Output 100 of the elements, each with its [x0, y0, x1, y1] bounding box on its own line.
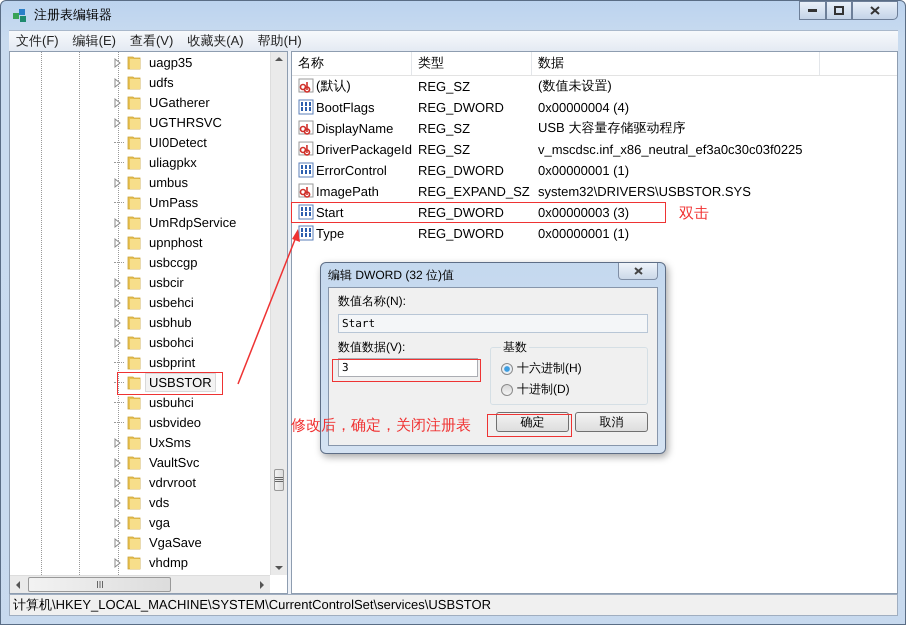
expand-arrow-icon[interactable] — [114, 478, 121, 488]
maximize-button[interactable] — [826, 1, 852, 20]
column-header[interactable]: 类型 — [412, 52, 532, 75]
expand-arrow-icon[interactable] — [114, 98, 121, 108]
value-type-cell-text: REG_DWORD — [417, 204, 505, 220]
tree-item[interactable]: UI0Detect — [145, 133, 211, 152]
tree-item[interactable]: usbvideo — [145, 413, 206, 432]
menu-item[interactable]: 帮助(H) — [250, 32, 309, 50]
tree-item[interactable]: uliagpkx — [145, 153, 201, 172]
value-data-cell-text: 0x00000001 (1) — [537, 226, 630, 241]
tree-item[interactable]: usbccgp — [145, 253, 202, 272]
folder-icon — [127, 535, 141, 550]
tree-item[interactable]: UGatherer — [145, 93, 214, 112]
value-name-cell[interactable]: Type — [292, 225, 412, 242]
value-name-cell[interactable]: BootFlags — [292, 99, 412, 116]
value-type-cell-text: REG_SZ — [417, 120, 472, 136]
radio-button[interactable] — [501, 384, 513, 396]
radio-button[interactable] — [501, 362, 513, 374]
tree-item[interactable]: VaultSvc — [145, 453, 204, 472]
tree-item[interactable]: usbohci — [145, 333, 198, 352]
tree-item[interactable]: VgaSave — [145, 533, 206, 552]
expand-arrow-icon[interactable] — [114, 518, 121, 528]
expand-arrow-icon[interactable] — [114, 318, 121, 328]
expand-arrow-icon[interactable] — [114, 118, 121, 128]
folder-icon — [127, 215, 141, 230]
dialog-title: 编辑 DWORD (32 位)值 — [328, 266, 454, 284]
tree-item[interactable]: usbprint — [145, 353, 200, 372]
expand-arrow-icon[interactable] — [114, 278, 121, 288]
folder-icon — [127, 55, 141, 70]
tree-item[interactable]: vga — [145, 513, 174, 532]
expand-arrow-icon[interactable] — [114, 58, 121, 68]
value-name-cell[interactable]: DriverPackageId — [292, 141, 412, 158]
expand-arrow-icon[interactable] — [114, 338, 121, 348]
value-data-field[interactable]: 3 — [338, 358, 478, 377]
app-cubes-icon — [12, 7, 28, 24]
expand-arrow-icon[interactable] — [114, 538, 121, 548]
close-icon — [870, 6, 880, 15]
cancel-button[interactable]: 取消 — [575, 412, 648, 432]
value-name-field[interactable]: Start — [338, 314, 648, 333]
expand-arrow-icon[interactable] — [114, 298, 121, 308]
expand-arrow-icon[interactable] — [114, 78, 121, 88]
tree-item[interactable]: UmPass — [145, 193, 202, 212]
value-type-cell-text: REG_EXPAND_SZ — [417, 184, 531, 199]
folder-icon — [127, 235, 141, 250]
column-header[interactable]: 数据 — [532, 52, 820, 75]
tree-item[interactable]: usbehci — [145, 293, 198, 312]
annotation-text: 双击 — [679, 204, 709, 223]
expand-arrow-icon[interactable] — [114, 558, 121, 568]
menu-item[interactable]: 文件(F) — [9, 32, 66, 50]
value-name-cell[interactable]: DisplayName — [292, 120, 412, 136]
tree-item[interactable]: vdrvroot — [145, 473, 200, 492]
folder-icon — [127, 255, 141, 270]
expand-arrow-icon[interactable] — [114, 218, 121, 228]
tree-item[interactable]: vds — [145, 493, 174, 512]
tree-item[interactable]: UmRdpService — [145, 213, 240, 232]
radio-label: 十进制(D) — [517, 381, 570, 398]
folder-icon — [127, 155, 141, 170]
folder-icon — [127, 195, 141, 210]
ok-button[interactable]: 确定 — [496, 412, 569, 432]
expand-arrow-icon[interactable] — [114, 178, 121, 188]
tree-item[interactable]: usbhub — [145, 313, 196, 332]
expand-arrow-icon[interactable] — [114, 458, 121, 468]
dialog-close-button[interactable] — [618, 263, 658, 280]
folder-icon — [127, 75, 141, 90]
value-name-cell[interactable]: (默认) — [292, 77, 412, 96]
tree-item[interactable]: upnphost — [145, 233, 206, 252]
tree-item[interactable]: uagp35 — [145, 53, 196, 72]
tree-item[interactable]: usbuhci — [145, 393, 198, 412]
value-name-cell[interactable]: ErrorControl — [292, 162, 412, 178]
tree-item[interactable]: USBSTOR — [145, 373, 216, 392]
value-name-cell[interactable]: Start — [292, 204, 412, 220]
horizontal-scrollbar[interactable] — [10, 575, 270, 594]
expand-arrow-icon[interactable] — [114, 498, 121, 508]
close-button[interactable] — [852, 1, 898, 20]
tree-item[interactable]: vhdmp — [145, 553, 192, 572]
tree-item[interactable]: UGTHRSVC — [145, 113, 226, 132]
expand-arrow-icon[interactable] — [114, 438, 121, 448]
menu-item[interactable]: 查看(V) — [122, 32, 180, 50]
value-name-cell[interactable]: ImagePath — [292, 183, 412, 200]
expand-arrow-icon[interactable] — [114, 238, 121, 248]
vertical-scrollbar[interactable] — [270, 52, 287, 576]
value-data-cell-text: 0x00000004 (4) — [537, 100, 630, 115]
menu-item[interactable]: 收藏夹(A) — [180, 32, 251, 50]
scroll-thumb[interactable] — [274, 468, 284, 491]
binary-value-icon — [298, 99, 314, 116]
tree-item[interactable]: UxSms — [145, 433, 195, 452]
folder-icon — [127, 315, 141, 330]
folder-icon — [127, 275, 141, 290]
field-label: 数值名称(N): — [338, 293, 407, 309]
menu-item[interactable]: 编辑(E) — [66, 32, 123, 50]
folder-icon — [127, 335, 141, 350]
minimize-icon — [808, 9, 817, 12]
column-header[interactable]: 名称 — [292, 52, 412, 75]
value-data-cell-text: USB 大容量存储驱动程序 — [537, 119, 686, 138]
scroll-thumb[interactable] — [28, 577, 171, 592]
minimize-button[interactable] — [799, 1, 826, 20]
tree-item[interactable]: umbus — [145, 173, 192, 192]
tree-item[interactable]: usbcir — [145, 273, 188, 292]
folder-icon — [127, 395, 141, 410]
tree-item[interactable]: udfs — [145, 73, 178, 92]
